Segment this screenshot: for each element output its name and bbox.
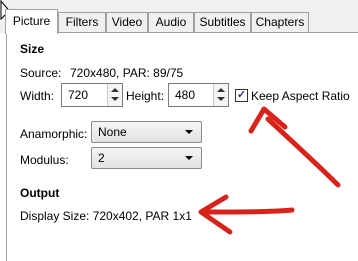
annotation-arrow-checkbox: [265, 116, 341, 188]
annotation-arrows: [198, 106, 341, 235]
annotation-arrow-display: [203, 207, 295, 215]
annotation-arrowhead-display: [198, 194, 233, 235]
tab-picture[interactable]: Picture: [5, 9, 58, 34]
